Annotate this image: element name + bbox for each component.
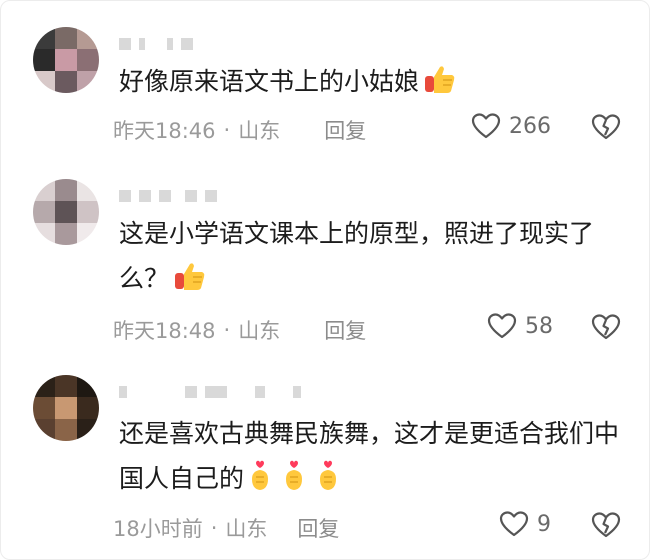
reply-button[interactable]: 回复 <box>324 115 366 145</box>
meta-separator: · <box>210 516 218 540</box>
like-count: 266 <box>509 113 551 139</box>
like-count: 9 <box>537 511 551 537</box>
reply-button[interactable]: 回复 <box>297 513 339 543</box>
comment-meta: 昨天18:48 · 山东 回复 <box>113 315 366 345</box>
avatar[interactable] <box>33 375 99 441</box>
comment-meta: 18小时前 · 山东 回复 <box>113 513 339 543</box>
comment-text: 好像原来语文书上的小姑娘 <box>119 59 619 110</box>
heart-outline-icon <box>471 113 501 139</box>
meta-separator: · <box>223 118 231 142</box>
meta-separator: · <box>223 318 231 342</box>
comment-location: 山东 <box>238 319 281 343</box>
broken-heart-icon[interactable] <box>591 511 621 539</box>
avatar[interactable] <box>33 179 99 245</box>
comment-time: 昨天18:48 <box>113 319 216 343</box>
reply-button[interactable]: 回复 <box>324 315 366 345</box>
thumbs-up-icon <box>173 259 207 307</box>
comment-location: 山东 <box>238 119 281 143</box>
comment-text: 还是喜欢古典舞民族舞，这才是更适合我们中国人自己的 <box>119 411 619 507</box>
username-blurred[interactable] <box>119 37 193 51</box>
comment-text: 这是小学语文课本上的原型，照进了现实了么？ <box>119 211 619 307</box>
heart-outline-icon <box>499 511 529 537</box>
username-blurred[interactable] <box>119 385 301 399</box>
comment-time: 昨天18:46 <box>113 119 216 143</box>
thumbs-up-icon <box>423 62 457 110</box>
comment-location: 山东 <box>225 517 268 541</box>
comment-time: 18小时前 <box>113 517 203 541</box>
like-button[interactable]: 266 <box>471 112 551 140</box>
avatar[interactable] <box>33 27 99 93</box>
broken-heart-icon[interactable] <box>591 313 621 341</box>
like-button[interactable]: 9 <box>499 510 551 538</box>
finger-heart-icon <box>248 457 348 507</box>
broken-heart-icon[interactable] <box>591 113 621 141</box>
username-blurred[interactable] <box>119 189 217 203</box>
comment-meta: 昨天18:46 · 山东 回复 <box>113 115 366 145</box>
comment-list: 好像原来语文书上的小姑娘 昨天18:46 · 山东 回复 266 这是小学语文课… <box>0 0 650 560</box>
like-button[interactable]: 58 <box>487 312 553 340</box>
like-count: 58 <box>525 313 553 339</box>
heart-outline-icon <box>487 313 517 339</box>
